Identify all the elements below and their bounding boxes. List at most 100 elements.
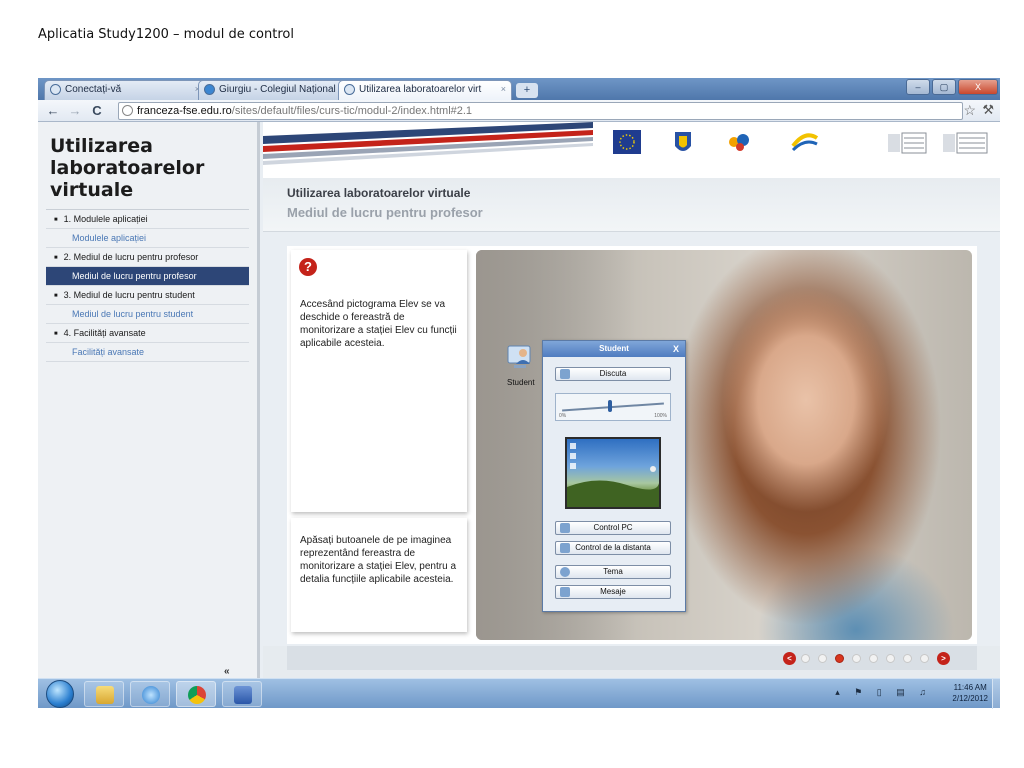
close-tab-icon[interactable]: ×: [501, 84, 506, 94]
close-icon[interactable]: X: [673, 341, 679, 357]
help-question-icon[interactable]: ?: [299, 258, 317, 276]
start-button[interactable]: [46, 680, 74, 708]
pager-dot[interactable]: [903, 654, 912, 663]
pager-dot[interactable]: [801, 654, 810, 663]
student-window-title: Student: [599, 344, 629, 353]
previous-slide-button[interactable]: <: [783, 652, 796, 665]
slider-max-label: 100%: [654, 413, 667, 419]
explorer-folder-icon[interactable]: [84, 681, 124, 707]
maximize-button[interactable]: ▢: [932, 79, 956, 95]
new-tab-button[interactable]: +: [516, 83, 538, 98]
pager-dot[interactable]: [818, 654, 827, 663]
control-pc-button[interactable]: Control PC: [555, 521, 671, 535]
mesaje-button[interactable]: Mesaje: [555, 585, 671, 599]
fse-logo-icon: [726, 130, 752, 159]
slider-min-label: 0%: [559, 413, 567, 419]
collapse-sidebar-button[interactable]: «: [224, 666, 230, 677]
course-sidebar: Utilizarea laboratoarelor virtuale 1. Mo…: [38, 122, 260, 678]
eu-flag-icon: [613, 130, 641, 159]
tab-utilizarea[interactable]: Utilizarea laboratoarelor virt ×: [338, 80, 512, 100]
bookmark-star-icon[interactable]: ☆: [963, 102, 976, 119]
volume-slider[interactable]: 0% 100%: [555, 393, 671, 421]
menu-section-3[interactable]: 3. Mediul de lucru pentru student: [46, 286, 249, 305]
tab-label: Giurgiu - Colegiul Național: [219, 84, 336, 95]
pager-bar: < >: [287, 646, 977, 670]
system-tray[interactable]: ▴ ⚑ ▯ ▤ ♫: [835, 687, 932, 698]
pager-dot[interactable]: [869, 654, 878, 663]
back-arrow-icon[interactable]: ←: [44, 102, 62, 120]
message-icon: [560, 587, 570, 597]
banner-swoosh: [263, 122, 593, 165]
menu-item-facilitati[interactable]: Facilități avansate: [46, 343, 249, 362]
ie-logo-icon: [142, 686, 160, 704]
page-viewport: Utilizarea laboratoarelor virtuale 1. Mo…: [38, 122, 1000, 678]
clock[interactable]: 11:46 AM 2/12/2012: [952, 682, 988, 704]
lesson-subtitle: Mediul de lucru pentru profesor: [287, 205, 483, 220]
info-text: Accesând pictograma Elev se va deschide …: [300, 299, 457, 349]
menu-item-modulele[interactable]: Modulele aplicației: [46, 229, 249, 248]
minimize-button[interactable]: –: [906, 79, 930, 95]
browser-titlebar: Conectați-vă × Giurgiu - Colegiul Națion…: [38, 78, 1000, 100]
tab-label: Conectați-vă: [65, 84, 122, 95]
window-controls: – ▢ X: [906, 79, 998, 95]
pager-dot[interactable]: [886, 654, 895, 663]
clock-time: 11:46 AM: [953, 683, 987, 692]
tab-label: Utilizarea laboratoarelor virt: [359, 84, 482, 95]
chrome-icon[interactable]: [176, 681, 216, 707]
windows-taskbar: ▴ ⚑ ▯ ▤ ♫ 11:46 AM 2/12/2012: [38, 678, 1000, 709]
monitor-icon: [560, 523, 570, 533]
close-window-button[interactable]: X: [958, 79, 998, 95]
url-host: franceza-fse.edu.ro: [137, 105, 232, 117]
lesson-stage: ? Accesând pictograma Elev se va deschid…: [287, 246, 977, 644]
remote-control-button[interactable]: Control de la distanta: [555, 541, 671, 555]
word-icon[interactable]: [222, 681, 262, 707]
wrench-icon[interactable]: ⚒: [982, 102, 994, 118]
student-monitor-window: Student X Discuta 0% 100% Control PC Con…: [542, 340, 686, 612]
next-slide-button[interactable]: >: [937, 652, 950, 665]
tema-button[interactable]: Tema: [555, 565, 671, 579]
browser-toolbar: ← → C franceza-fse.edu.ro/sites/default/…: [38, 100, 1000, 122]
student-computer-icon[interactable]: [506, 342, 534, 372]
main-content: Utilizarea laboratoarelor virtuale Mediu…: [263, 122, 1000, 678]
globe-icon: [560, 567, 570, 577]
show-desktop-button[interactable]: [992, 679, 1000, 709]
reload-icon[interactable]: C: [88, 102, 106, 120]
tab-conectati[interactable]: Conectați-vă ×: [44, 80, 206, 100]
lesson-title: Utilizarea laboratoarelor virtuale: [287, 186, 471, 200]
pager-dot[interactable]: [835, 654, 844, 663]
menu-item-mediul-profesor[interactable]: Mediul de lucru pentru profesor: [46, 267, 249, 286]
remote-desktop-icon: [560, 543, 570, 553]
pager-dot[interactable]: [852, 654, 861, 663]
clock-date: 2/12/2012: [952, 694, 988, 703]
pager-dot[interactable]: [920, 654, 929, 663]
menu-section-1[interactable]: 1. Modulele aplicației: [46, 210, 249, 229]
instruction-text: Apăsați butoanele de pe imaginea repreze…: [300, 535, 457, 585]
button-label: Mesaje: [600, 587, 626, 596]
info-card: ? Accesând pictograma Elev se va deschid…: [291, 250, 467, 512]
menu-section-2[interactable]: 2. Mediul de lucru pentru profesor: [46, 248, 249, 267]
address-bar[interactable]: franceza-fse.edu.ro/sites/default/files/…: [118, 102, 963, 120]
romania-coat-of-arms-icon: [673, 130, 693, 161]
forward-arrow-icon[interactable]: →: [66, 102, 84, 120]
structural-instruments-icon: [791, 130, 819, 159]
word-logo-icon: [234, 686, 252, 704]
desktop-landscape-icon: [567, 443, 659, 507]
chat-icon: [560, 369, 570, 379]
student-window-titlebar: Student X: [543, 341, 685, 357]
lesson-header: Utilizarea laboratoarelor virtuale Mediu…: [263, 178, 1000, 232]
student-screen-thumbnail[interactable]: [565, 437, 661, 509]
button-label: Control PC: [593, 523, 633, 532]
document-caption: Aplicatia Study1200 – modul de control: [38, 27, 294, 42]
page-icon: [344, 84, 355, 95]
menu-item-mediul-student[interactable]: Mediul de lucru pentru student: [46, 305, 249, 324]
project-banner: [263, 122, 1000, 178]
page-info-icon[interactable]: [122, 105, 133, 116]
internet-explorer-icon[interactable]: [130, 681, 170, 707]
button-label: Control de la distanta: [575, 543, 651, 552]
chrome-logo-icon: [188, 686, 206, 704]
discuta-button[interactable]: Discuta: [555, 367, 671, 381]
menu-section-4[interactable]: 4. Facilități avansate: [46, 324, 249, 343]
student-photo-illustration: Student Student X Discuta 0% 100% Contro…: [476, 250, 972, 640]
slider-knob[interactable]: [608, 400, 612, 412]
page-icon: [50, 84, 61, 95]
